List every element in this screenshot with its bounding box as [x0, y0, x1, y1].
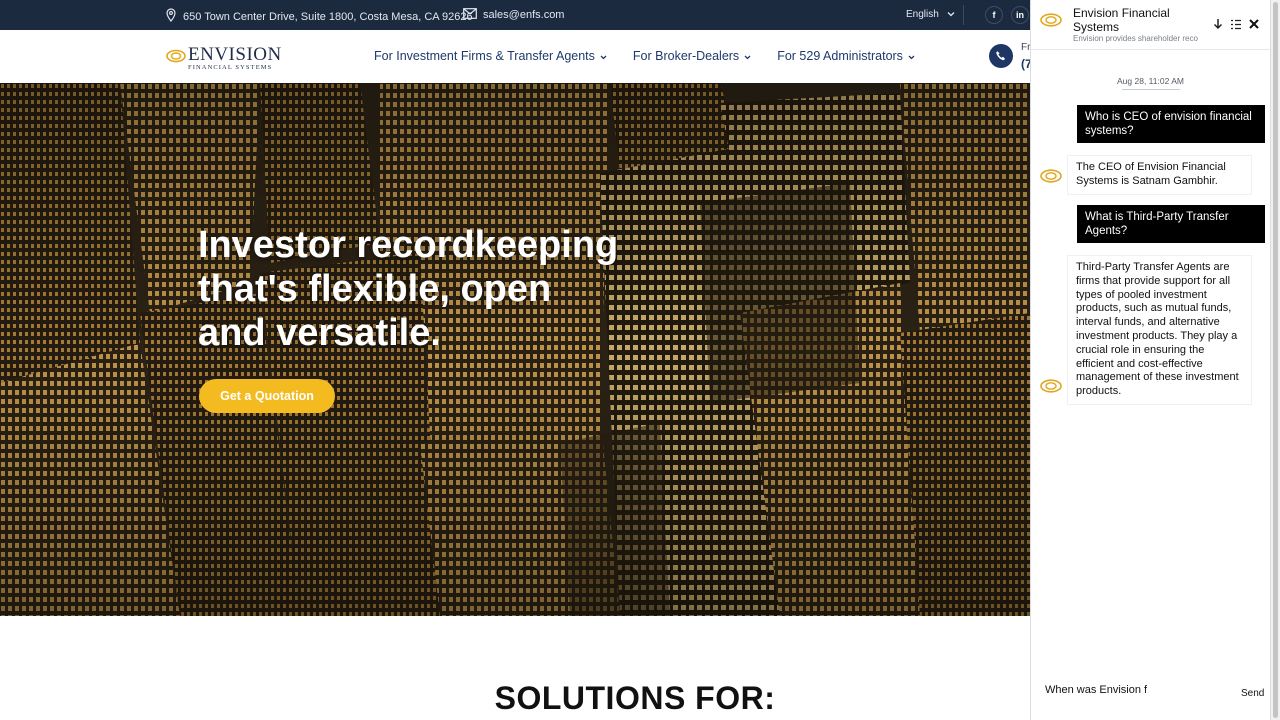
logo-tagline: Financial Systems: [188, 64, 273, 71]
page: 650 Town Center Drive, Suite 1800, Costa…: [0, 0, 1280, 720]
nav-item-label: For Investment Firms & Transfer Agents: [374, 49, 595, 63]
location-pin-icon: [165, 8, 177, 25]
chat-avatar-eye-icon: [1040, 13, 1062, 32]
chevron-down-icon: [744, 49, 751, 63]
menu-list-icon[interactable]: [1229, 16, 1243, 32]
bot-message: Third-Party Transfer Agents are firms th…: [1067, 255, 1252, 405]
chat-title: Envision Financial Systems: [1073, 6, 1170, 34]
get-quotation-button[interactable]: Get a Quotation: [199, 379, 335, 413]
nav-broker-dealers[interactable]: For Broker-Dealers: [633, 49, 751, 63]
nav-item-label: For Broker-Dealers: [632, 49, 740, 63]
user-message: What is Third-Party Transfer Agents?: [1077, 205, 1265, 243]
divider: [963, 5, 964, 25]
chat-subtitle: Envision provides shareholder reco: [1073, 34, 1198, 43]
language-label: English: [906, 9, 939, 20]
nav-529-administrators[interactable]: For 529 Administrators: [777, 49, 915, 63]
user-message: Who is CEO of envision financial systems…: [1077, 105, 1265, 143]
chat-widget: Envision Financial Systems Envision prov…: [1030, 0, 1271, 720]
language-selector[interactable]: English: [906, 9, 955, 20]
email-link[interactable]: sales@enfs.com: [483, 9, 564, 21]
chevron-down-icon: [947, 9, 955, 20]
facebook-icon[interactable]: f: [985, 6, 1003, 24]
logo-wordmark: ENVISION: [188, 44, 282, 65]
close-icon[interactable]: [1247, 16, 1261, 32]
nav-investment-firms[interactable]: For Investment Firms & Transfer Agents: [374, 49, 607, 63]
address-text: 650 Town Center Drive, Suite 1800, Costa…: [183, 10, 473, 23]
scrollbar-thumb[interactable]: [1273, 2, 1278, 718]
eye-logo-icon: [166, 49, 186, 68]
main-nav: For Investment Firms & Transfer Agents F…: [374, 49, 915, 63]
chat-message-input[interactable]: [1045, 684, 1235, 696]
send-button[interactable]: Send: [1241, 688, 1264, 699]
bot-message: The CEO of Envision Financial Systems is…: [1067, 155, 1252, 195]
nav-item-label: For 529 Administrators: [777, 49, 903, 63]
bot-avatar-eye-icon: [1040, 169, 1062, 188]
bot-avatar-eye-icon: [1040, 379, 1062, 398]
arrow-down-icon[interactable]: [1211, 16, 1225, 32]
email-block[interactable]: sales@enfs.com: [463, 8, 564, 22]
address-block: 650 Town Center Drive, Suite 1800, Costa…: [165, 8, 473, 25]
hero-headline: Investor recordkeeping that's flexible, …: [198, 224, 619, 354]
chat-timestamp: Aug 28, 11:02 AM: [1117, 76, 1184, 86]
chevron-down-icon: [908, 49, 915, 63]
envelope-icon: [463, 8, 477, 22]
chevron-down-icon: [600, 49, 607, 63]
phone-icon[interactable]: [989, 44, 1013, 68]
chat-header: Envision Financial Systems Envision prov…: [1031, 0, 1270, 50]
linkedin-icon[interactable]: in: [1011, 6, 1029, 24]
logo[interactable]: ENVISION Financial Systems: [166, 45, 282, 72]
divider: [1122, 89, 1180, 90]
